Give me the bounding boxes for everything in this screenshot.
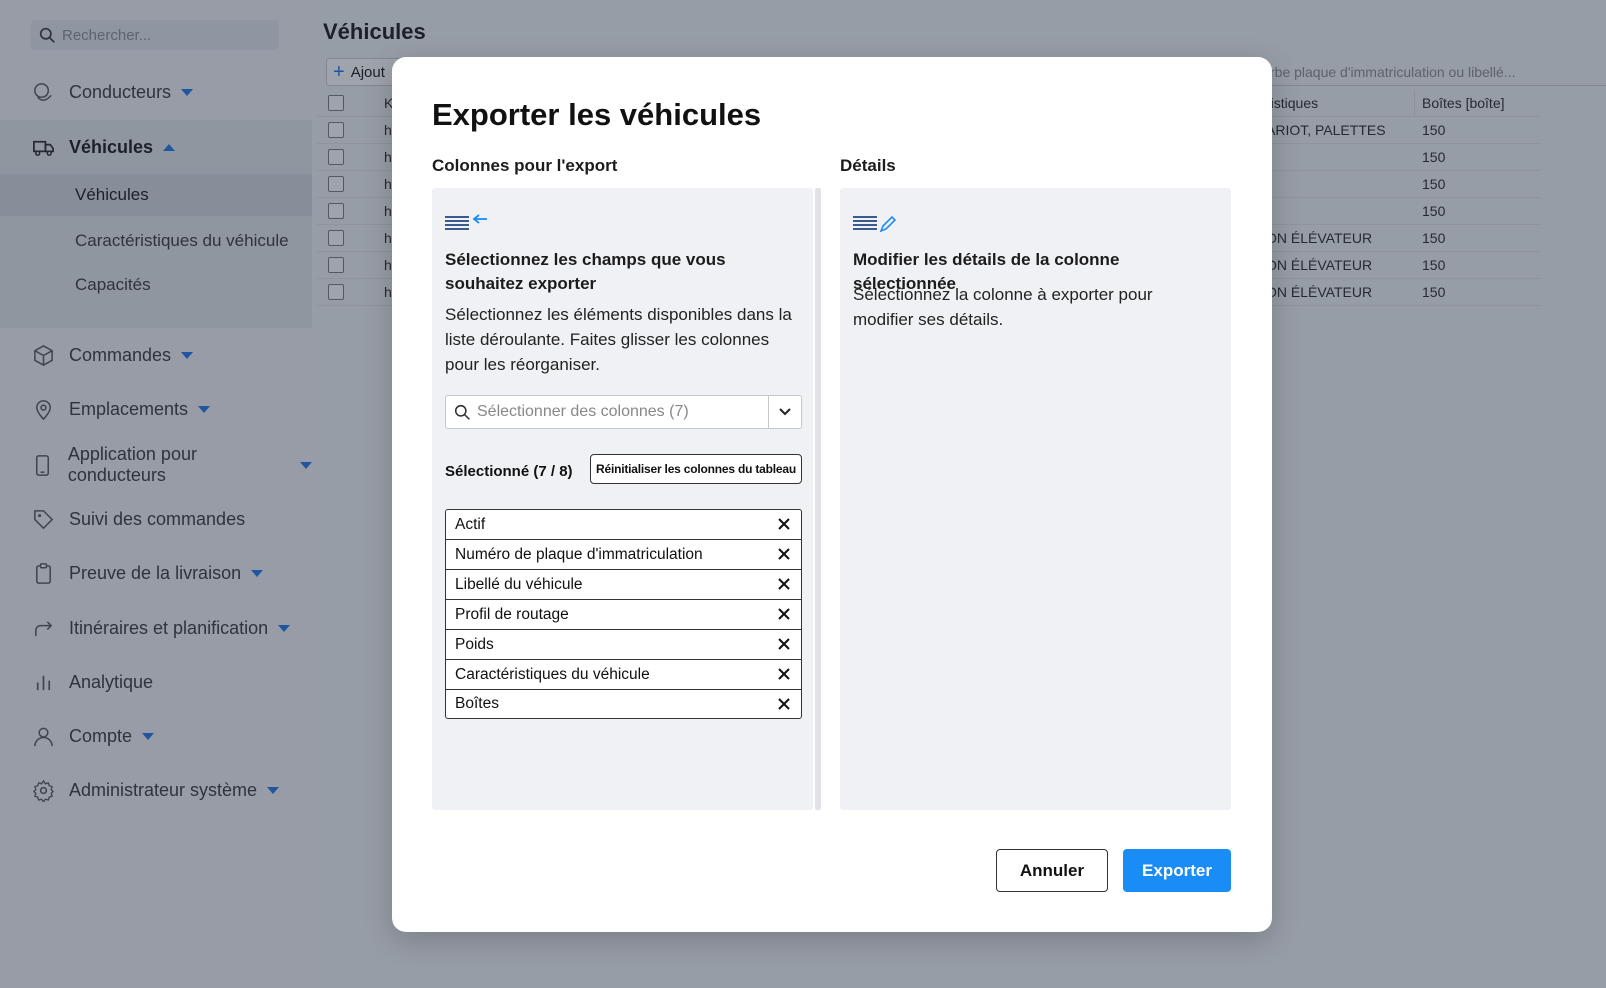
column-chip-label: Libellé du véhicule bbox=[455, 575, 583, 593]
list-edit-icon bbox=[853, 215, 897, 233]
list-item[interactable]: Libellé du véhicule bbox=[445, 569, 802, 599]
column-chip-label: Numéro de plaque d'immatriculation bbox=[455, 545, 703, 563]
cancel-button[interactable]: Annuler bbox=[996, 849, 1108, 892]
column-select[interactable]: Sélectionner des colonnes (7) bbox=[445, 395, 802, 429]
select-fields-description: Sélectionnez les éléments disponibles da… bbox=[445, 305, 792, 374]
close-icon[interactable] bbox=[777, 667, 791, 681]
list-arrow-icon bbox=[445, 214, 487, 230]
column-details-description: Sélectionnez la colonne à exporter pour … bbox=[853, 285, 1153, 329]
close-icon[interactable] bbox=[777, 577, 791, 591]
export-button[interactable]: Exporter bbox=[1123, 849, 1231, 892]
list-item[interactable]: Boîtes bbox=[445, 689, 802, 719]
close-icon[interactable] bbox=[777, 517, 791, 531]
list-item[interactable]: Poids bbox=[445, 629, 802, 659]
export-vehicles-dialog: Exporter les véhicules Colonnes pour l'e… bbox=[392, 57, 1272, 932]
close-icon[interactable] bbox=[777, 697, 791, 711]
dropdown-toggle[interactable] bbox=[768, 396, 801, 428]
search-icon bbox=[454, 404, 470, 420]
column-select-placeholder: Sélectionner des colonnes (7) bbox=[477, 403, 689, 420]
column-chip-label: Actif bbox=[455, 515, 486, 533]
close-icon[interactable] bbox=[777, 637, 791, 651]
close-icon[interactable] bbox=[777, 607, 791, 621]
column-chip-label: Caractéristiques du véhicule bbox=[455, 665, 650, 683]
list-item[interactable]: Profil de routage bbox=[445, 599, 802, 629]
list-item[interactable]: Caractéristiques du véhicule bbox=[445, 659, 802, 689]
details-title: Détails bbox=[840, 156, 896, 175]
column-chip-label: Boîtes bbox=[455, 695, 499, 712]
select-fields-heading: Sélectionnez les champs que vous souhait… bbox=[445, 250, 726, 293]
close-icon[interactable] bbox=[777, 547, 791, 561]
selected-columns-list: Actif Numéro de plaque d'immatriculation… bbox=[445, 509, 802, 719]
dialog-title: Exporter les véhicules bbox=[432, 97, 762, 132]
export-columns-title: Colonnes pour l'export bbox=[432, 156, 618, 175]
reset-columns-button[interactable]: Réinitialiser les colonnes du tableau bbox=[590, 454, 802, 484]
column-chip-label: Poids bbox=[455, 635, 494, 653]
chevron-down-icon bbox=[779, 408, 791, 416]
export-columns-panel: Sélectionnez les champs que vous souhait… bbox=[432, 188, 813, 810]
selected-count: Sélectionné (7 / 8) bbox=[445, 463, 573, 480]
column-chip-label: Profil de routage bbox=[455, 605, 569, 623]
scrollbar[interactable] bbox=[815, 188, 821, 810]
list-item[interactable]: Actif bbox=[445, 509, 802, 539]
details-panel: Modifier les détails de la colonne sélec… bbox=[840, 188, 1231, 810]
list-item[interactable]: Numéro de plaque d'immatriculation bbox=[445, 539, 802, 569]
